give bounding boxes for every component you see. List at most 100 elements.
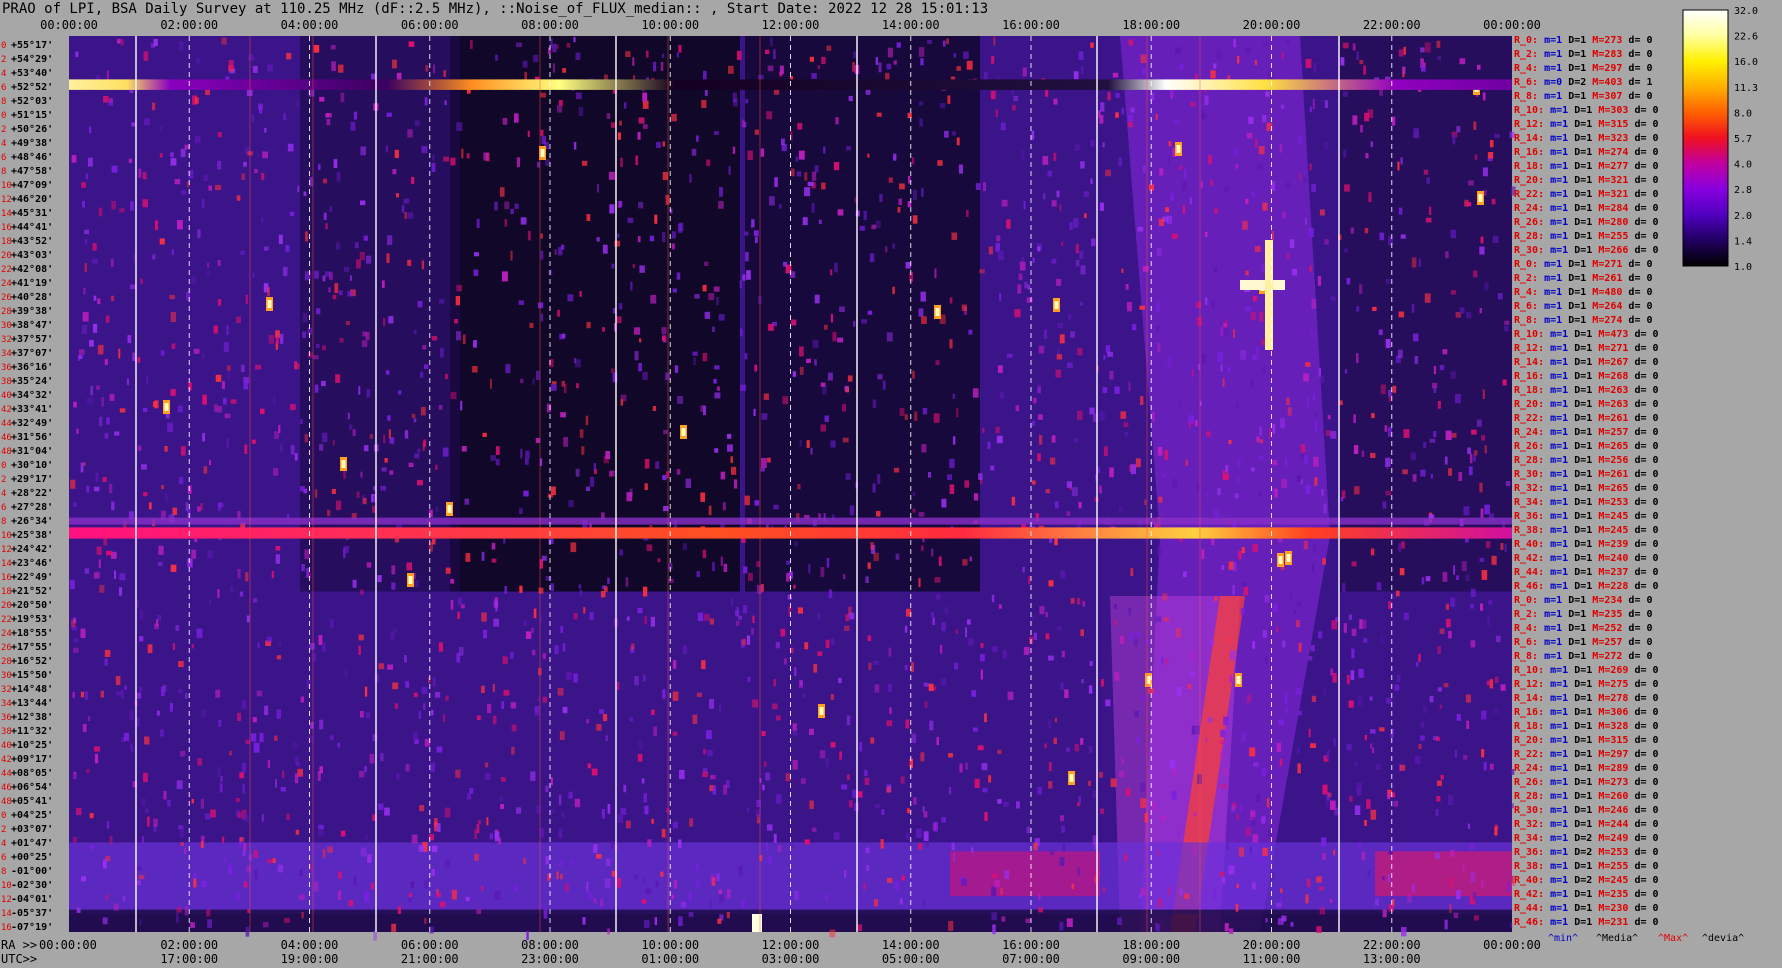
- noise-speckle: [1387, 793, 1391, 800]
- noise-speckle: [742, 899, 745, 908]
- noise-speckle: [1031, 615, 1034, 622]
- noise-speckle: [450, 391, 457, 400]
- noise-speckle: [1327, 792, 1332, 797]
- noise-speckle: [711, 562, 715, 572]
- noise-speckle: [964, 480, 970, 488]
- noise-speckle: [1445, 603, 1449, 610]
- noise-speckle: [1258, 490, 1263, 497]
- x-tick-label-ra: 18:00:00: [1122, 938, 1180, 952]
- noise-speckle: [511, 724, 517, 732]
- noise-speckle: [220, 775, 223, 783]
- row-stat: R_42: m=1 D=1 M=235 d= 0: [1514, 889, 1659, 900]
- noise-speckle: [476, 908, 482, 914]
- noise-speckle: [72, 692, 75, 698]
- noise-speckle: [413, 580, 420, 588]
- noise-speckle: [364, 766, 367, 773]
- noise-speckle: [422, 345, 427, 350]
- noise-speckle: [1370, 548, 1375, 556]
- noise-speckle: [102, 477, 107, 482]
- noise-speckle: [1107, 351, 1114, 357]
- x-tick-label-ra: 20:00:00: [1243, 938, 1301, 952]
- noise-speckle: [630, 281, 633, 291]
- noise-speckle: [71, 155, 77, 163]
- y-tick-label: +05°41': [11, 796, 53, 807]
- noise-speckle: [644, 805, 649, 815]
- noise-speckle: [773, 504, 779, 510]
- noise-speckle: [591, 768, 598, 776]
- noise-speckle: [752, 615, 755, 623]
- noise-speckle: [1357, 842, 1362, 849]
- noise-speckle: [150, 43, 156, 48]
- noise-speckle: [1118, 157, 1122, 167]
- noise-speckle: [1256, 794, 1261, 802]
- noise-speckle: [1308, 656, 1313, 661]
- noise-speckle: [469, 788, 474, 794]
- noise-speckle: [88, 716, 91, 721]
- noise-speckle: [826, 45, 832, 51]
- noise-speckle: [744, 231, 749, 236]
- y-tick-label: +44°41': [11, 222, 53, 233]
- noise-speckle: [1290, 239, 1295, 248]
- noise-speckle: [360, 146, 366, 156]
- noise-speckle: [1500, 684, 1506, 691]
- noise-speckle: [769, 37, 773, 47]
- noise-speckle: [1090, 42, 1094, 48]
- noise-speckle: [886, 720, 893, 727]
- y-row-index: 2: [1, 125, 6, 135]
- noise-speckle: [1364, 735, 1367, 741]
- noise-speckle: [999, 293, 1002, 301]
- noise-speckle: [1286, 38, 1289, 43]
- noise-speckle: [1169, 760, 1176, 769]
- bright-source-cross: [1240, 280, 1285, 290]
- noise-speckle: [672, 660, 677, 669]
- noise-speckle: [814, 359, 817, 366]
- noise-speckle: [244, 444, 248, 454]
- y-tick-label: +38°47': [11, 320, 53, 331]
- noise-speckle: [923, 831, 929, 841]
- noise-speckle: [632, 57, 635, 66]
- noise-speckle: [560, 626, 564, 633]
- noise-speckle: [784, 658, 787, 665]
- noise-speckle: [545, 159, 550, 166]
- noise-speckle: [1055, 369, 1061, 378]
- noise-speckle: [1474, 915, 1479, 921]
- noise-speckle: [223, 858, 226, 863]
- noise-speckle: [1047, 170, 1053, 177]
- noise-speckle: [527, 230, 531, 241]
- noise-speckle: [1231, 805, 1235, 812]
- noise-speckle: [1473, 454, 1476, 462]
- noise-speckle: [398, 390, 402, 395]
- noise-speckle: [413, 692, 418, 698]
- noise-speckle: [947, 474, 952, 480]
- noise-speckle: [1372, 306, 1377, 311]
- noise-speckle: [701, 99, 707, 108]
- noise-speckle: [1022, 566, 1025, 573]
- row-stat: R_22: m=1 D=1 M=261 d= 0: [1514, 413, 1659, 424]
- noise-speckle: [821, 56, 826, 65]
- y-tick-label: +00°25': [11, 852, 53, 863]
- noise-speckle: [720, 556, 723, 567]
- noise-speckle: [1324, 239, 1329, 245]
- row-stat: R_2: m=1 D=1 M=235 d= 0: [1514, 609, 1653, 620]
- x-tick-label-top: 12:00:00: [762, 18, 820, 32]
- noise-speckle: [945, 606, 949, 615]
- noise-speckle: [1412, 474, 1417, 482]
- noise-speckle: [780, 628, 786, 637]
- noise-speckle: [1102, 142, 1105, 148]
- noise-speckle: [689, 891, 692, 902]
- y-tick-label: +52°03': [11, 96, 53, 107]
- noise-speckle: [392, 169, 397, 175]
- noise-speckle: [1320, 837, 1327, 847]
- noise-speckle: [914, 411, 918, 421]
- noise-speckle: [1081, 679, 1084, 684]
- noise-speckle: [391, 582, 396, 590]
- row-stat: R_8: m=1 D=1 M=274 d= 0: [1514, 315, 1653, 326]
- noise-speckle: [1319, 375, 1325, 384]
- noise-speckle: [847, 774, 850, 780]
- noise-speckle: [1481, 749, 1485, 758]
- noise-speckle: [124, 685, 127, 690]
- noise-speckle: [1308, 728, 1311, 738]
- noise-speckle: [499, 795, 504, 802]
- noise-speckle: [879, 194, 883, 202]
- noise-speckle: [571, 859, 574, 867]
